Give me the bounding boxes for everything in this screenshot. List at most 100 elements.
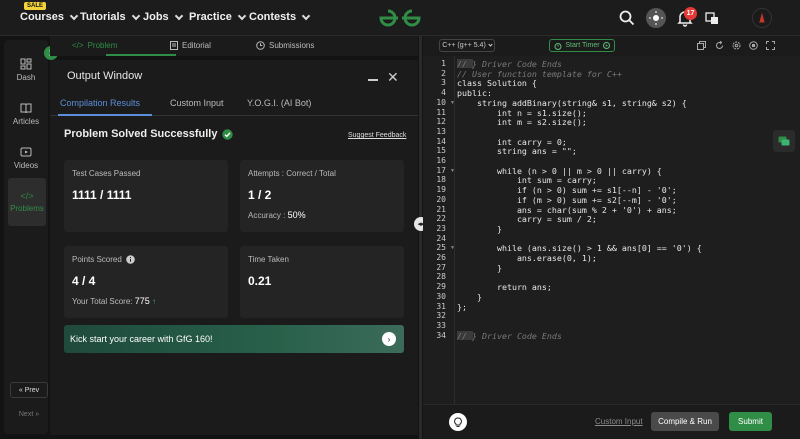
close-icon[interactable]: ✕: [387, 69, 399, 86]
rail-item-problems[interactable]: </> Problems: [8, 178, 46, 226]
code-line: ans = char(sum % 2 + '0') + ans;: [457, 204, 677, 215]
tab-submissions[interactable]: Submissions: [256, 41, 314, 50]
code-area[interactable]: // } Driver Code Ends// User function te…: [455, 56, 800, 404]
points-label: Points Scored: [72, 255, 135, 264]
left-rail: Dash Articles Videos </> Problems « Prev…: [4, 40, 48, 434]
code-line: public:: [457, 88, 492, 99]
tab-compilation-results[interactable]: Compilation Results: [60, 98, 140, 108]
points-value: 4 / 4: [72, 274, 96, 288]
accuracy: Accuracy : 50%: [248, 210, 306, 220]
rail-item-articles[interactable]: Articles: [4, 94, 48, 134]
code-line: // } Driver Code Ends: [457, 330, 562, 341]
reset-icon[interactable]: [715, 41, 724, 50]
sun-icon: [649, 11, 663, 25]
nav-tutorials[interactable]: Tutorials: [80, 11, 140, 23]
search-icon[interactable]: [617, 8, 637, 28]
fullscreen-icon[interactable]: [766, 41, 775, 50]
chevron-down-icon: [69, 11, 79, 20]
chevron-right-icon[interactable]: ›: [382, 332, 396, 346]
dashboard-icon: [20, 58, 32, 70]
line-number: 20: [436, 194, 446, 204]
line-number: 12: [436, 117, 446, 127]
line-number: 30: [436, 291, 446, 301]
code-line: ans.erase(0, 1);: [457, 253, 597, 263]
panel-splitter[interactable]: [419, 36, 422, 439]
chevron-down-icon: [131, 11, 140, 20]
code-line: while (n > 0 || m > 0 || carry) {: [457, 165, 662, 176]
editor-action-bar: Custom Input Compile & Run Submit: [423, 404, 800, 439]
output-window-title: Output Window: [67, 70, 143, 82]
tab-problem[interactable]: </> Problem: [72, 41, 117, 50]
editor-toolbar: C++ (g++ 5.4) Start Timer: [423, 36, 800, 56]
line-number: 23: [436, 223, 446, 233]
code-icon: </>: [20, 191, 34, 201]
stop-icon[interactable]: [749, 41, 758, 50]
arrow-up-icon: ↑: [151, 297, 156, 306]
code-icon: </>: [72, 41, 84, 50]
code-line: return ans;: [457, 282, 552, 293]
compile-run-button[interactable]: Compile & Run: [651, 412, 719, 431]
lightbulb-icon: [454, 416, 462, 427]
minimize-icon[interactable]: [368, 79, 378, 81]
chat-button[interactable]: [773, 130, 795, 152]
prev-button[interactable]: « Prev: [10, 382, 48, 398]
next-button[interactable]: Next »: [10, 406, 48, 422]
line-number: 32: [436, 311, 446, 321]
code-editor[interactable]: 1 2 3 4 10 ▼ 11 12 13 14 15 16 17 ▼ 18 19 20 21 22 23 24 25 ▼ 2…: [423, 56, 800, 404]
line-number: 31: [436, 301, 446, 311]
result-status: Problem Solved Successfully: [64, 128, 234, 140]
nav-contests[interactable]: Contests: [249, 11, 311, 23]
submit-button[interactable]: Submit: [729, 412, 772, 431]
line-number: 21: [436, 204, 446, 214]
chevron-down-icon: [174, 11, 183, 20]
document-icon: [170, 41, 178, 50]
code-line: // } Driver Code Ends: [457, 59, 562, 69]
play-icon: [602, 42, 610, 49]
settings-icon[interactable]: [732, 41, 741, 50]
copy-icon[interactable]: [697, 41, 706, 50]
language-select[interactable]: C++ (g++ 5.4): [439, 39, 495, 52]
line-number: 29: [436, 282, 446, 292]
theme-toggle-button[interactable]: [646, 8, 666, 28]
line-number: 18: [436, 175, 446, 185]
line-number: 33: [436, 320, 446, 330]
line-number: 11: [436, 107, 446, 117]
gfg-logo-icon[interactable]: [378, 8, 422, 28]
tab-custom-input[interactable]: Custom Input: [170, 98, 224, 108]
timer-icon: [554, 42, 562, 50]
line-number: 16: [436, 156, 446, 165]
video-icon: [20, 147, 32, 157]
rail-item-videos[interactable]: Videos: [4, 138, 48, 178]
code-line: // User function template for C++: [457, 68, 622, 79]
translate-icon[interactable]: [702, 8, 722, 28]
rail-item-dash[interactable]: Dash: [4, 50, 48, 90]
nav-jobs[interactable]: Jobs: [143, 11, 183, 23]
nav-courses[interactable]: Courses: [20, 11, 79, 23]
nav-practice[interactable]: Practice: [189, 11, 247, 23]
line-number: 26: [436, 253, 446, 262]
chevron-down-icon: [488, 42, 493, 47]
hint-button[interactable]: [449, 413, 467, 431]
line-number: 22: [436, 214, 446, 224]
line-number: 15: [436, 146, 446, 156]
line-number: 25: [436, 243, 446, 253]
custom-input-link[interactable]: Custom Input: [595, 417, 643, 426]
attempts-value: 1 / 2: [248, 188, 272, 202]
code-line: }: [457, 291, 482, 302]
tab-yogi-ai-bot[interactable]: Y.O.G.I. (AI Bot): [247, 98, 311, 108]
sale-badge: SALE: [24, 2, 47, 10]
line-number: 10: [436, 97, 446, 107]
user-avatar[interactable]: [752, 8, 772, 28]
line-number: 19: [436, 185, 446, 195]
tab-editorial[interactable]: Editorial: [170, 41, 211, 50]
gfg160-banner[interactable]: Kick start your career with GfG 160! ›: [64, 325, 404, 353]
suggest-feedback-link[interactable]: Suggest Feedback: [348, 132, 406, 139]
start-timer-button[interactable]: Start Timer: [549, 39, 615, 52]
top-navbar: SALE Courses Tutorials Jobs Practice Con…: [0, 0, 800, 36]
active-tab-indicator: [106, 54, 176, 56]
code-line: class Solution {: [457, 78, 537, 89]
info-icon[interactable]: [126, 255, 135, 264]
code-line: int carry = 0;: [457, 136, 567, 147]
test-cases-label: Test Cases Passed: [72, 169, 141, 178]
line-number-gutter: 1 2 3 4 10 ▼ 11 12 13 14 15 16 17 ▼ 18 19 20 21 22 23 24 25 ▼ 2…: [423, 56, 455, 404]
